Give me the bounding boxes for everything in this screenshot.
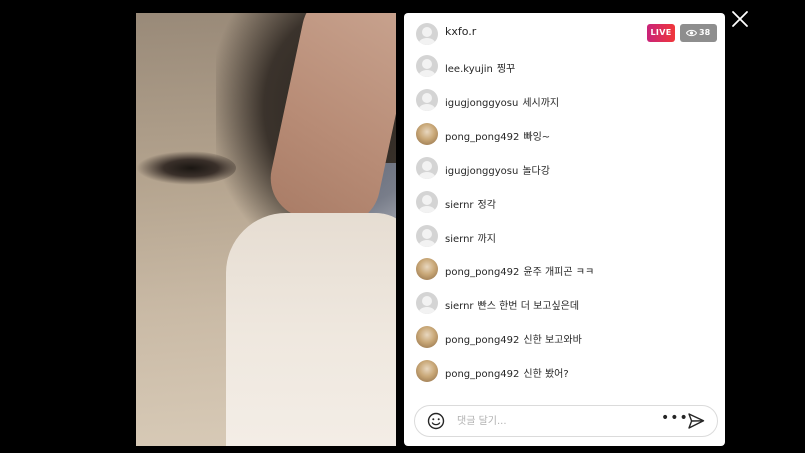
commenter-avatar[interactable] [416,88,438,111]
commenter-avatar[interactable] [416,156,438,179]
comment-row: igugjonggyosu 세시까지 [404,88,725,113]
comment-row: pong_pong492 윤주 개피곤 ㅋㅋ [404,258,725,282]
viewer-count-badge[interactable]: 38 [680,24,717,42]
comment-text: pong_pong492 신한 보고와바 [445,331,582,346]
close-icon[interactable] [731,10,749,28]
comment-message: 윤주 개피곤 ㅋㅋ [523,267,595,279]
comment-composer: ••• [414,405,718,437]
commenter-avatar[interactable] [416,122,438,145]
comment-message: 까지 [477,233,496,245]
comment-message: 빠잉~ [523,131,551,143]
comment-input[interactable] [455,411,639,431]
comment-message: 정각 [477,199,496,211]
comment-username[interactable]: siernr [445,200,474,211]
commenter-avatar[interactable] [416,360,438,383]
live-badge: LIVE [647,24,675,42]
commenter-avatar[interactable] [416,224,438,247]
comment-username[interactable]: lee.kyujin [445,64,493,75]
comment-text: lee.kyujin 찡꾸 [445,60,515,75]
comment-username[interactable]: pong_pong492 [445,369,519,380]
comment-message: 세시까지 [522,97,560,109]
comment-message: 신한 보고와바 [523,335,582,347]
eye-icon [686,29,697,37]
comment-message: 신한 봤어? [523,369,569,381]
comment-username[interactable]: pong_pong492 [445,267,519,278]
host-avatar[interactable] [416,23,438,45]
comment-username[interactable]: siernr [445,234,474,245]
comment-row: pong_pong492 빠잉~ [404,122,725,147]
comment-message: 빤스 한번 더 보고싶은데 [477,301,580,313]
comment-username[interactable]: pong_pong492 [445,132,519,143]
comment-username[interactable]: siernr [445,301,474,312]
commenter-avatar[interactable] [416,258,438,281]
comment-text: pong_pong492 신한 봤어? [445,365,569,380]
more-options-button[interactable]: ••• [661,410,689,426]
host-username[interactable]: kxfo.r [445,25,476,38]
live-video-stream [136,13,396,446]
comment-row: siernr 까지 [404,224,725,249]
comment-text: pong_pong492 빠잉~ [445,128,550,143]
comment-username[interactable]: igugjonggyosu [445,166,518,177]
comment-text: siernr 정각 [445,196,496,211]
comment-row: pong_pong492 신한 보고와바 [404,326,725,350]
live-header: kxfo.r LIVE 38 [404,13,725,53]
commenter-avatar[interactable] [416,326,438,349]
comment-text: siernr 빤스 한번 더 보고싶은데 [445,297,579,312]
comment-username[interactable]: igugjonggyosu [445,98,518,109]
commenter-avatar[interactable] [416,292,438,315]
commenter-avatar[interactable] [416,55,438,77]
comment-message: 찡꾸 [496,64,516,75]
viewer-count: 38 [699,28,711,37]
commenter-avatar[interactable] [416,190,438,213]
send-icon[interactable] [687,412,705,430]
comment-username[interactable]: pong_pong492 [445,335,519,346]
comment-row: siernr 빤스 한번 더 보고싶은데 [404,292,725,316]
comment-text: siernr 까지 [445,230,496,245]
comment-row: siernr 정각 [404,190,725,215]
comment-message: 놀다강 [522,165,550,177]
comment-row: igugjonggyosu 놀다강 [404,156,725,181]
comment-row: pong_pong492 신한 봤어? [404,360,725,384]
comment-text: pong_pong492 윤주 개피곤 ㅋㅋ [445,263,594,278]
comment-text: igugjonggyosu 놀다강 [445,162,550,177]
comment-row: lee.kyujin 찡꾸 [404,55,725,79]
emoji-icon[interactable] [427,412,445,430]
live-chat-panel: kxfo.r LIVE 38 lee.kyujin 찡꾸 igugjonggyosu… [404,13,725,446]
comment-text: igugjonggyosu 세시까지 [445,94,559,109]
